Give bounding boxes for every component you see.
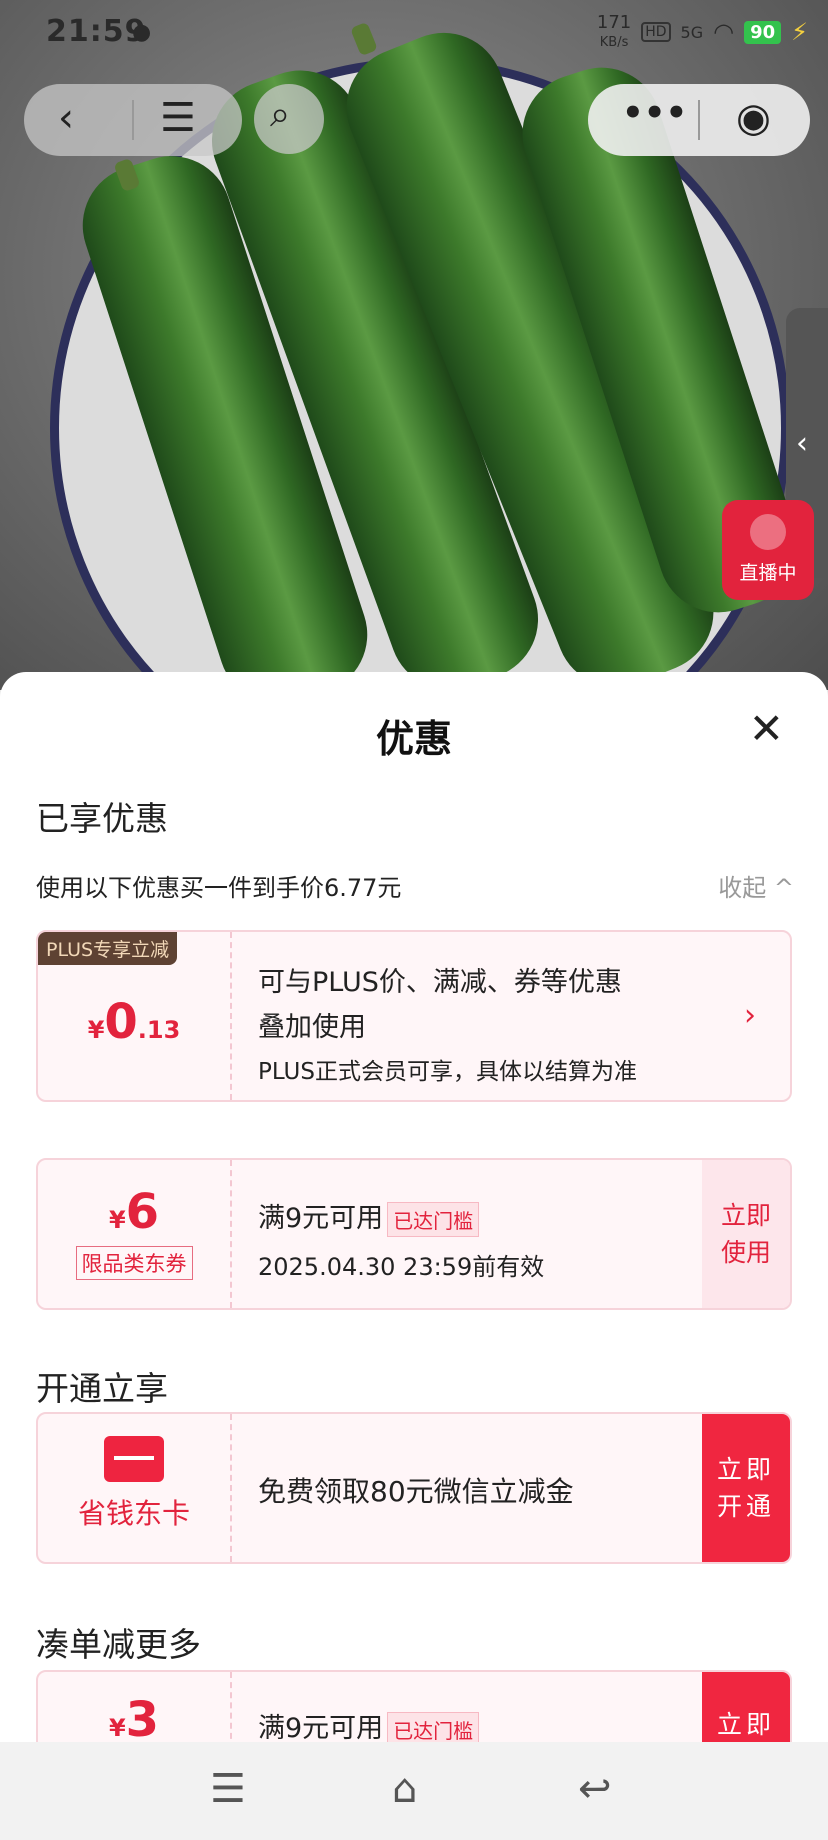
status-indicators: 171 KB/s HD 5G ◠ 90 ⚡ <box>597 14 808 50</box>
discount-sheet: 优惠 ✕ 已享优惠 使用以下优惠买一件到手价6.77元 收起 ^ PLUS专享立… <box>0 672 828 1840</box>
live-icon <box>750 514 786 550</box>
card-icon <box>104 1436 164 1482</box>
search-icon: ⌕ <box>270 94 291 135</box>
more-heading: 凑单减更多 <box>36 1625 201 1664</box>
status-bar: 21:59 ● 171 KB/s HD 5G ◠ 90 ⚡ <box>0 0 828 62</box>
nav-capsule-right: ••• ◉ <box>588 84 810 156</box>
menu-icon[interactable]: ☰ <box>210 1766 246 1812</box>
menu-icon[interactable]: ☰ <box>160 98 196 138</box>
live-label: 直播中 <box>739 562 797 584</box>
coupon-condition: 满9元可用 <box>258 1203 384 1234</box>
net-speed-unit: KB/s <box>599 35 629 50</box>
close-miniapp-icon[interactable]: ◉ <box>736 98 771 138</box>
amount: 6 <box>125 1184 160 1240</box>
coupon2-action-label: 立即 <box>716 1710 775 1739</box>
close-icon[interactable]: ✕ <box>749 708 784 750</box>
plus-amount: ¥0.13 <box>38 994 230 1050</box>
currency: ¥ <box>87 1016 105 1044</box>
currency: ¥ <box>108 1206 126 1234</box>
back-icon[interactable]: ↩ <box>578 1766 612 1812</box>
open-heading: 开通立享 <box>36 1369 168 1408</box>
amount: 3 <box>125 1692 160 1748</box>
money-card-name: 省钱东卡 <box>77 1497 190 1530</box>
plus-discount-card[interactable]: PLUS专享立减 ¥0.13 可与PLUS价、满减、券等优惠 叠加使用 PLUS… <box>36 930 792 1102</box>
use-coupon-button[interactable]: 立即 使用 <box>702 1160 790 1308</box>
threshold-badge: 已达门槛 <box>387 1202 480 1237</box>
back-icon[interactable]: ‹ <box>58 98 74 138</box>
coupon-amount: ¥6 <box>38 1184 230 1240</box>
open-button-label: 立即 开通 <box>717 1451 775 1526</box>
currency: ¥ <box>108 1714 126 1742</box>
chevron-left-icon: ‹ <box>796 426 808 461</box>
plus-card-left: PLUS专享立减 ¥0.13 <box>38 932 232 1100</box>
open-line2: 开通 <box>716 1492 775 1521</box>
coupon-expiry: 2025.04.30 23:59前有效 <box>258 1253 545 1281</box>
plus-line3: PLUS正式会员可享，具体以结算为准 <box>258 1059 637 1085</box>
amount-int: 0 <box>104 994 138 1050</box>
live-badge[interactable]: 直播中 <box>722 500 814 600</box>
wechat-icon: ● <box>132 20 152 45</box>
use-line2: 使用 <box>720 1238 771 1267</box>
system-nav-bar: ☰ ⌂ ↩ <box>0 1742 828 1840</box>
plus-line1: 可与PLUS价、满减、券等优惠 <box>258 967 622 998</box>
open-line1: 立即 <box>716 1454 775 1484</box>
coupon-type-tag: 限品类东券 <box>75 1246 193 1280</box>
use-line1: 立即 <box>720 1200 771 1230</box>
nav-capsule-left: ‹ ☰ <box>24 84 242 156</box>
chevron-up-icon: ^ <box>773 874 794 902</box>
money-card-description: 免费领取80元微信立减金 <box>258 1475 574 1508</box>
coupon-text: 满9元可用 已达门槛 2025.04.30 23:59前有效 <box>258 1196 544 1282</box>
coupon-card[interactable]: ¥6 限品类东券 满9元可用 已达门槛 2025.04.30 23:59前有效 立… <box>36 1158 792 1310</box>
charging-icon: ⚡ <box>791 18 808 46</box>
coupon2-condition: 满9元可用 <box>258 1713 384 1744</box>
amount-dec: .13 <box>137 1016 181 1044</box>
collapse-label: 收起 <box>718 874 767 902</box>
coupon2-amount: ¥3 <box>38 1692 230 1748</box>
use-button-label: 立即 使用 <box>721 1197 771 1272</box>
more-icon[interactable]: ••• <box>622 96 687 130</box>
hd-icon: HD <box>641 22 671 42</box>
divider <box>698 100 700 140</box>
open-card-button[interactable]: 立即 开通 <box>702 1414 790 1562</box>
net-speed: 171 KB/s <box>597 14 631 50</box>
plus-line2: 叠加使用 <box>258 1012 366 1043</box>
net-speed-value: 171 <box>596 12 632 33</box>
money-card-offer[interactable]: 省钱东卡 免费领取80元微信立减金 立即 开通 <box>36 1412 792 1564</box>
coupon-card-left: ¥6 限品类东券 <box>38 1160 232 1308</box>
coupon2-condition-row: 满9元可用 已达门槛 <box>258 1706 480 1747</box>
plus-card-text: 可与PLUS价、满减、券等优惠 叠加使用 PLUS正式会员可享，具体以结算为准 <box>258 960 637 1086</box>
plus-tag: PLUS专享立减 <box>38 932 178 965</box>
sheet-title: 优惠 <box>375 717 452 761</box>
chevron-right-icon: › <box>744 998 756 1033</box>
signal-icon: 5G <box>680 22 704 42</box>
battery-icon: 90 <box>744 20 782 44</box>
enjoyed-heading: 已享优惠 <box>36 799 168 838</box>
coupon-condition-row: 满9元可用 已达门槛 <box>258 1196 544 1237</box>
price-summary: 使用以下优惠买一件到手价6.77元 <box>36 874 402 902</box>
collapse-button[interactable]: 收起 ^ <box>718 868 794 903</box>
wifi-icon: ◠ <box>713 18 735 46</box>
money-card-left: 省钱东卡 <box>38 1414 232 1562</box>
search-button[interactable]: ⌕ <box>254 84 324 154</box>
divider <box>132 100 134 140</box>
home-icon[interactable]: ⌂ <box>392 1766 417 1812</box>
